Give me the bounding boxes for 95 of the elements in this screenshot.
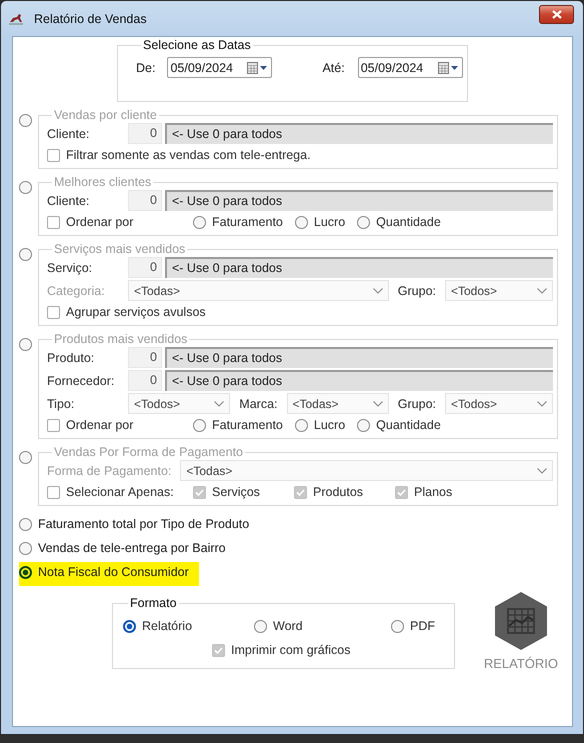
group-legend: Vendas Por Forma de Pagamento <box>54 445 244 459</box>
chevron-icon <box>537 400 548 406</box>
field-label: De: <box>136 60 156 74</box>
radio-label: Faturamento total por Tipo de Produto <box>38 517 250 531</box>
radio-button[interactable] <box>19 338 32 351</box>
field-label: Marca: <box>239 396 278 410</box>
radio-label: Relatório <box>142 619 192 633</box>
date-field[interactable]: 05/09/2024 <box>358 57 463 78</box>
hint-field: <- Use 0 para todos <box>165 347 553 368</box>
radio-option[interactable]: Faturamento total por Tipo de Produto <box>19 514 260 534</box>
radio-button[interactable] <box>19 181 32 194</box>
radio-label: Vendas de tele-entrega por Bairro <box>38 541 226 555</box>
radio-button[interactable] <box>254 620 267 632</box>
checkbox-label: Filtrar somente as vendas com tele-entrega. <box>66 148 311 162</box>
code-field[interactable]: 0 <box>128 370 162 391</box>
checkbox[interactable] <box>47 418 60 432</box>
field-label: Forma de Pagamento: <box>47 464 172 478</box>
checkbox[interactable] <box>47 148 60 162</box>
radio-button[interactable] <box>19 542 32 554</box>
chart-table-icon <box>494 592 547 650</box>
radio-button[interactable] <box>19 566 32 578</box>
dropdown[interactable]: <Todos> <box>445 393 554 414</box>
checkbox-label: Ordenar por <box>66 418 134 432</box>
code-field[interactable]: 0 <box>128 190 162 211</box>
hint-field: <- Use 0 para todos <box>165 190 553 211</box>
checkbox-label: Agrupar serviços avulsos <box>66 305 206 319</box>
radio-label: Nota Fiscal do Consumidor <box>38 565 189 579</box>
checkbox[interactable] <box>47 306 60 318</box>
radio-button[interactable] <box>357 216 370 228</box>
radio-option[interactable]: Nota Fiscal do Consumidor <box>19 562 199 586</box>
checkbox-label: Planos <box>414 485 452 499</box>
radio-button[interactable] <box>294 418 308 432</box>
radio-label: Quantidade <box>376 215 441 229</box>
group-legend: Vendas por cliente <box>54 108 157 122</box>
checkbox-label: Produtos <box>313 485 364 499</box>
hint-field: <- Use 0 para todos <box>165 370 553 391</box>
group-legend: Formato <box>130 596 177 610</box>
code-field[interactable]: 0 <box>128 257 162 278</box>
field-label: Cliente: <box>47 194 90 208</box>
code-field[interactable]: 0 <box>128 347 162 368</box>
group-legend: Produtos mais vendidos <box>54 332 188 346</box>
field-label: Cliente: <box>47 126 90 140</box>
checkbox-label: Selecionar Apenas: <box>66 485 174 499</box>
radio-label: Lucro <box>314 418 346 432</box>
checkbox-label: Serviços <box>212 485 260 499</box>
calendar-icon <box>438 62 459 74</box>
chevron-icon <box>372 400 383 406</box>
dropdown[interactable]: <Todos> <box>445 280 553 301</box>
chevron-icon <box>214 400 224 406</box>
checkbox[interactable] <box>47 216 60 228</box>
hint-field: <- Use 0 para todos <box>165 123 553 144</box>
radio-label: Lucro <box>314 215 346 229</box>
radio-label: Faturamento <box>212 215 283 229</box>
chevron-icon <box>372 288 383 294</box>
field-label: Até: <box>322 60 345 74</box>
radio-button[interactable] <box>19 114 32 127</box>
code-field[interactable]: 0 <box>128 123 162 144</box>
radio-button[interactable] <box>357 418 370 432</box>
checkbox-label: Imprimir com gráficos <box>231 643 350 657</box>
checkbox-label: Ordenar por <box>66 215 134 229</box>
field-label: Grupo: <box>398 284 436 298</box>
radio-label: PDF <box>410 619 435 633</box>
radio-button[interactable] <box>123 620 136 632</box>
close-icon <box>552 10 562 19</box>
field-label: Serviço: <box>47 260 94 274</box>
field-label: Grupo: <box>398 396 436 410</box>
group-legend: Serviços mais vendidos <box>54 242 186 256</box>
radio-button[interactable] <box>294 216 308 228</box>
radio-button[interactable] <box>19 518 32 530</box>
group-legend: Selecione as Datas <box>143 38 251 52</box>
radio-button[interactable] <box>19 248 32 261</box>
radio-label: Quantidade <box>376 418 441 432</box>
group-legend: Melhores clientes <box>54 175 152 189</box>
radio-button[interactable] <box>193 418 206 432</box>
field-label: Tipo: <box>47 396 76 410</box>
dropdown[interactable]: <Todas> <box>286 393 389 414</box>
field-label: Categoria: <box>47 284 106 298</box>
hint-field: <- Use 0 para todos <box>165 257 553 278</box>
radio-option[interactable]: Vendas de tele-entrega por Bairro <box>19 538 236 558</box>
radio-button[interactable] <box>391 620 404 632</box>
chevron-icon <box>537 288 547 294</box>
radio-button[interactable] <box>193 216 206 228</box>
date-field[interactable]: 05/09/2024 <box>167 57 272 78</box>
checkbox[interactable] <box>47 486 60 498</box>
dog-logo-icon <box>8 12 24 26</box>
radio-button[interactable] <box>19 451 32 464</box>
dropdown[interactable]: <Todos> <box>128 393 230 414</box>
field-label: Fornecedor: <box>47 374 116 388</box>
field-label: Produto: <box>47 350 96 364</box>
radio-label: Faturamento <box>212 418 283 432</box>
close-button[interactable] <box>539 5 574 24</box>
window-title: Relatório de Vendas <box>34 12 148 26</box>
calendar-icon <box>247 62 268 74</box>
chevron-icon <box>537 468 547 474</box>
radio-label: Word <box>273 619 303 633</box>
